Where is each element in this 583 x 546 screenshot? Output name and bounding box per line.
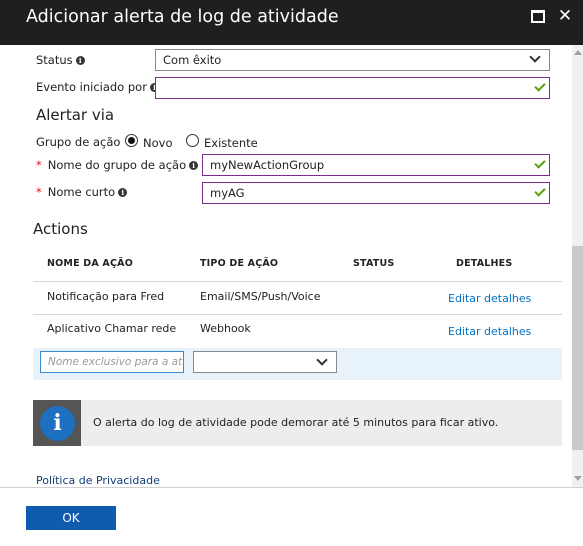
required-asterisk: *: [36, 185, 42, 199]
scroll-down-icon[interactable]: [574, 476, 582, 481]
info-banner: i O alerta do log de atividade pode demo…: [33, 400, 562, 446]
action-group-name-input[interactable]: myNewActionGroup: [202, 154, 550, 176]
info-icon[interactable]: i: [189, 161, 199, 170]
footer-divider: [0, 487, 583, 488]
short-name-label: * Nome curto i: [36, 185, 128, 199]
radio-new[interactable]: [125, 134, 138, 147]
event-initiated-label: Evento iniciado pori: [36, 80, 159, 94]
status-label: Status i: [36, 53, 85, 67]
column-header-status: STATUS: [353, 258, 395, 269]
event-initiated-input[interactable]: [155, 77, 550, 99]
actions-heading: Actions: [33, 220, 88, 238]
ok-button[interactable]: OK: [26, 506, 116, 530]
alert-via-heading: Alertar via: [36, 106, 115, 124]
required-asterisk: *: [36, 158, 42, 172]
new-action-name-placeholder: Nome exclusivo para a at: [48, 356, 183, 368]
action-group-label: Grupo de ação: [36, 135, 121, 149]
table-cell-type: Email/SMS/Push/Voice: [200, 290, 321, 303]
action-group-name-value: myNewActionGroup: [210, 158, 325, 172]
edit-details-link[interactable]: Editar detalhes: [448, 325, 531, 338]
status-dropdown[interactable]: Com êxito: [155, 49, 550, 71]
info-icon-column: i: [33, 400, 81, 446]
info-message: O alerta do log de atividade pode demora…: [93, 416, 499, 429]
table-divider: [33, 281, 562, 282]
privacy-policy-link[interactable]: Política de Privacidade: [36, 474, 160, 487]
table-divider: [33, 314, 562, 315]
action-group-name-label: * Nome do grupo de ação i: [36, 158, 199, 172]
column-header-type: TIPO DE AÇÃO: [200, 258, 279, 269]
info-icon[interactable]: i: [75, 56, 85, 65]
edit-details-link[interactable]: Editar detalhes: [448, 292, 531, 305]
info-icon[interactable]: i: [118, 188, 128, 197]
table-cell-name: Notificação para Fred: [47, 290, 165, 303]
scrollbar-thumb[interactable]: [572, 246, 583, 450]
table-cell-name: Aplicativo Chamar rede: [47, 322, 177, 335]
maximize-icon[interactable]: [531, 10, 545, 23]
radio-existing[interactable]: [186, 134, 199, 147]
table-cell-type: Webhook: [200, 322, 251, 335]
title-bar: Adicionar alerta de log de atividade ✕: [0, 0, 583, 45]
column-header-details: DETALHES: [456, 258, 513, 269]
info-icon: i: [40, 406, 75, 441]
scroll-up-icon[interactable]: [574, 50, 582, 55]
new-action-name-input[interactable]: Nome exclusivo para a at: [40, 351, 184, 373]
window-title: Adicionar alerta de log de atividade: [26, 7, 339, 27]
close-icon[interactable]: ✕: [557, 7, 573, 25]
short-name-value: myAG: [210, 186, 245, 200]
new-action-type-dropdown[interactable]: [193, 351, 337, 373]
radio-existing-label: Existente: [204, 136, 258, 150]
short-name-input[interactable]: myAG: [202, 182, 550, 204]
status-value: Com êxito: [163, 53, 222, 67]
radio-new-label: Novo: [143, 136, 173, 150]
column-header-name: NOME DA AÇÃO: [47, 258, 133, 269]
